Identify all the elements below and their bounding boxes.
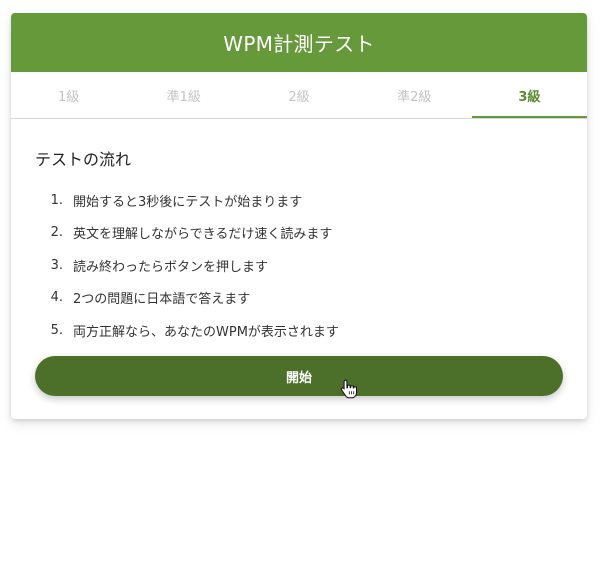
list-item: 1. 開始すると3秒後にテストが始まります (35, 184, 563, 217)
step-text: 読み終わったらボタンを押します (73, 259, 269, 275)
steps-list: 1. 開始すると3秒後にテストが始まります 2. 英文を理解しながらできるだけ速… (35, 184, 563, 347)
content: テストの流れ 1. 開始すると3秒後にテストが始まります 2. 英文を理解しなが… (11, 119, 587, 347)
step-text: 英文を理解しながらできるだけ速く読みます (73, 227, 333, 243)
step-text: 両方正解なら、あなたのWPMが表示されます (73, 324, 339, 340)
test-card: WPM計測テスト 1級 準1級 2級 準2級 3級 テストの流れ 1. 開始する… (11, 13, 587, 419)
level-tabs: 1級 準1級 2級 準2級 3級 (11, 72, 587, 119)
tab-level-2[interactable]: 2級 (241, 72, 356, 118)
section-title: テストの流れ (35, 150, 132, 169)
step-number: 4. (50, 290, 63, 306)
start-button[interactable]: 開始 (35, 356, 563, 396)
list-item: 5. 両方正解なら、あなたのWPMが表示されます (35, 314, 563, 347)
header: WPM計測テスト (11, 13, 587, 72)
tab-level-pre-2[interactable]: 準2級 (357, 72, 472, 118)
page-title: WPM計測テスト (223, 32, 375, 56)
list-item: 2. 英文を理解しながらできるだけ速く読みます (35, 217, 563, 250)
list-item: 4. 2つの問題に日本語で答えます (35, 282, 563, 315)
start-button-label: 開始 (285, 370, 312, 386)
tab-level-pre-1[interactable]: 準1級 (126, 72, 241, 118)
tab-level-1[interactable]: 1級 (11, 72, 126, 118)
tab-level-3[interactable]: 3級 (472, 72, 587, 118)
hand-pointer-icon (340, 379, 357, 399)
step-text: 開始すると3秒後にテストが始まります (73, 194, 303, 210)
list-item: 3. 読み終わったらボタンを押します (35, 249, 563, 282)
step-number: 5. (50, 322, 63, 338)
step-number: 2. (50, 225, 63, 241)
step-number: 3. (50, 257, 63, 273)
step-number: 1. (50, 192, 63, 208)
step-text: 2つの問題に日本語で答えます (73, 292, 251, 308)
